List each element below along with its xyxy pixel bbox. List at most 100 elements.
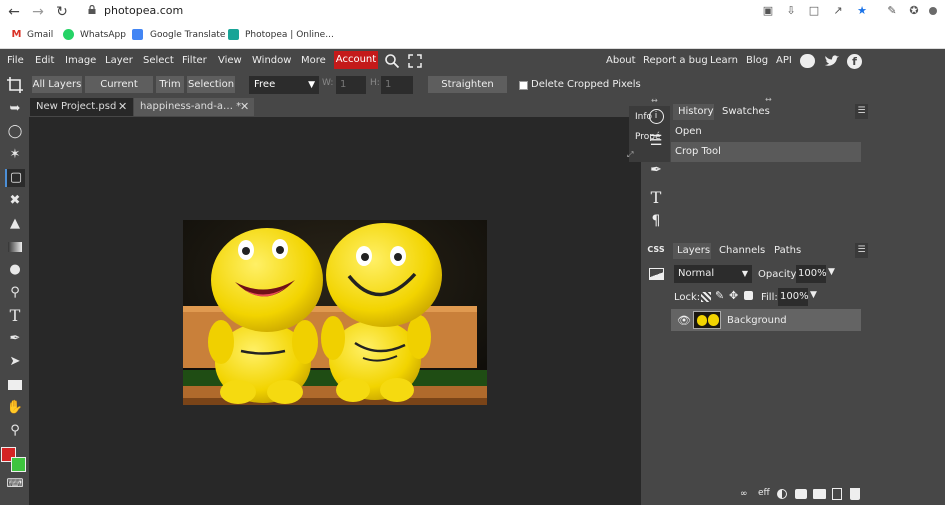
opacity-dropdown-icon[interactable]: ▼ [828,267,835,277]
blend-mode-select[interactable]: Normal ▼ [674,265,752,283]
history-item-open[interactable]: Open [671,122,861,142]
tab-paths[interactable]: Paths [774,243,801,259]
menu-view[interactable]: View [218,53,242,68]
keyboard-icon[interactable]: ⌨ [5,474,25,492]
type-tool-icon[interactable]: T [5,307,25,325]
back-icon[interactable]: ← [6,2,22,22]
zoom-tool-icon[interactable]: ⚲ [5,422,25,440]
fill-field[interactable]: 100% [778,288,809,306]
new-group-icon[interactable] [813,489,826,499]
menu-about[interactable]: About [606,53,636,68]
extension-pen-icon[interactable]: ✎ [886,5,898,17]
twitter-icon[interactable] [824,54,840,68]
selection-button[interactable]: Selection [187,76,235,93]
bookmark-whatsapp[interactable]: WhatsApp [80,29,126,41]
menu-filter[interactable]: Filter [182,53,207,68]
lasso-tool-icon[interactable]: ◯ [5,123,25,141]
tab-swatches[interactable]: Swatches [722,104,770,120]
character-panel-icon[interactable]: T [645,188,667,208]
resize-handle-icon[interactable]: ⤢ [627,150,633,160]
menu-image[interactable]: Image [65,53,96,68]
menu-blog[interactable]: Blog [746,53,768,68]
background-color-swatch[interactable] [11,457,26,472]
lock-pixels-icon[interactable]: ✎ [715,289,724,302]
install-app-icon[interactable]: ⇩ [785,5,797,17]
extensions-puzzle-icon[interactable]: ✪ [908,5,920,17]
lock-transparency-icon[interactable] [701,292,711,302]
tab-close-icon[interactable]: ✕ [118,98,127,116]
menu-report-bug[interactable]: Report a bug [643,53,708,68]
search-icon[interactable] [384,53,400,69]
all-layers-button[interactable]: All Layers [32,76,82,93]
menu-select[interactable]: Select [143,53,174,68]
document-image[interactable] [183,220,487,405]
screen-share-icon[interactable]: ▣ [762,5,774,17]
hand-tool-icon[interactable]: ✋ [5,399,25,417]
share-icon[interactable]: ↗ [832,5,844,17]
fullscreen-icon[interactable] [408,54,422,68]
bookmark-gmail[interactable]: Gmail [27,29,53,41]
reload-icon[interactable]: ↻ [54,2,70,22]
delete-layer-icon[interactable] [850,488,860,500]
collapse-arrows-icon[interactable]: ↔ [765,95,772,104]
pen-tool-icon[interactable]: ✒ [5,330,25,348]
account-button[interactable]: Account [334,51,378,69]
width-field[interactable]: 1 [336,76,366,94]
layer-mask-icon[interactable] [795,489,807,499]
collapse-arrows-icon[interactable]: ↔ [651,96,658,105]
healing-tool-icon[interactable]: ✖ [5,192,25,210]
opacity-field[interactable]: 100% [796,265,827,283]
brush-panel-icon[interactable]: ✒ [645,160,667,180]
fill-dropdown-icon[interactable]: ▼ [810,290,817,300]
tab-layers[interactable]: Layers [673,243,711,259]
reddit-icon[interactable] [800,54,815,68]
paragraph-panel-icon[interactable]: ¶ [645,211,667,231]
menu-layer[interactable]: Layer [105,53,133,68]
info-icon[interactable]: i [645,107,667,127]
crop-tool-button[interactable]: ▢ [5,169,25,187]
tab-channels[interactable]: Channels [719,243,765,259]
move-tool-icon[interactable]: ➥ [5,100,25,118]
magic-wand-tool-icon[interactable]: ✶ [5,146,25,164]
new-layer-icon[interactable] [832,488,842,500]
css-panel-icon[interactable]: CSS [645,240,667,260]
url-text[interactable]: photopea.com [104,4,183,17]
panel-menu-icon[interactable]: ☰ [855,104,868,119]
trim-button[interactable]: Trim [156,76,184,93]
adjustment-layer-icon[interactable] [777,489,787,499]
image-panel-icon[interactable] [645,264,667,284]
menu-edit[interactable]: Edit [35,53,54,68]
rectangle-tool-icon[interactable] [5,376,25,394]
avatar[interactable] [929,5,937,17]
bookmark-photopea[interactable]: Photopea | Online... [245,29,334,41]
menu-api[interactable]: API [776,53,792,68]
facebook-icon[interactable]: f [847,54,862,69]
height-field[interactable]: 1 [381,76,413,94]
page-icon[interactable]: □ [808,5,820,17]
ratio-select[interactable]: Free ▼ [249,76,319,94]
bookmark-google-translate[interactable]: Google Translate [150,29,225,41]
dodge-tool-icon[interactable]: ⚲ [5,284,25,302]
eye-icon[interactable]: 👁 [677,314,691,327]
menu-window[interactable]: Window [252,53,291,68]
lock-position-icon[interactable]: ✥ [729,289,738,302]
bookmark-star-icon[interactable]: ★ [856,5,868,17]
forward-icon[interactable]: → [30,2,46,22]
menu-file[interactable]: File [7,53,24,68]
tab-happiness[interactable]: happiness-and-a… * [134,98,254,116]
menu-more[interactable]: More [301,53,326,68]
path-select-tool-icon[interactable]: ➤ [5,353,25,371]
delete-cropped-checkbox[interactable] [519,81,528,90]
straighten-layer-button[interactable]: Straighten Layer [428,76,507,107]
layer-effects-icon[interactable]: eff [758,488,770,498]
menu-learn[interactable]: Learn [710,53,738,68]
tab-close-icon[interactable]: ✕ [240,98,249,116]
stamp-tool-icon[interactable]: ▲ [5,215,25,233]
lock-all-icon[interactable] [744,291,753,300]
tab-history[interactable]: History [673,104,714,120]
current-layer-button[interactable]: Current Layer [85,76,153,107]
gradient-tool-icon[interactable] [5,238,25,256]
properties-icon[interactable]: ☰ [645,131,667,151]
link-layers-icon[interactable]: ∞ [740,489,748,499]
blur-tool-icon[interactable]: ● [5,261,25,279]
